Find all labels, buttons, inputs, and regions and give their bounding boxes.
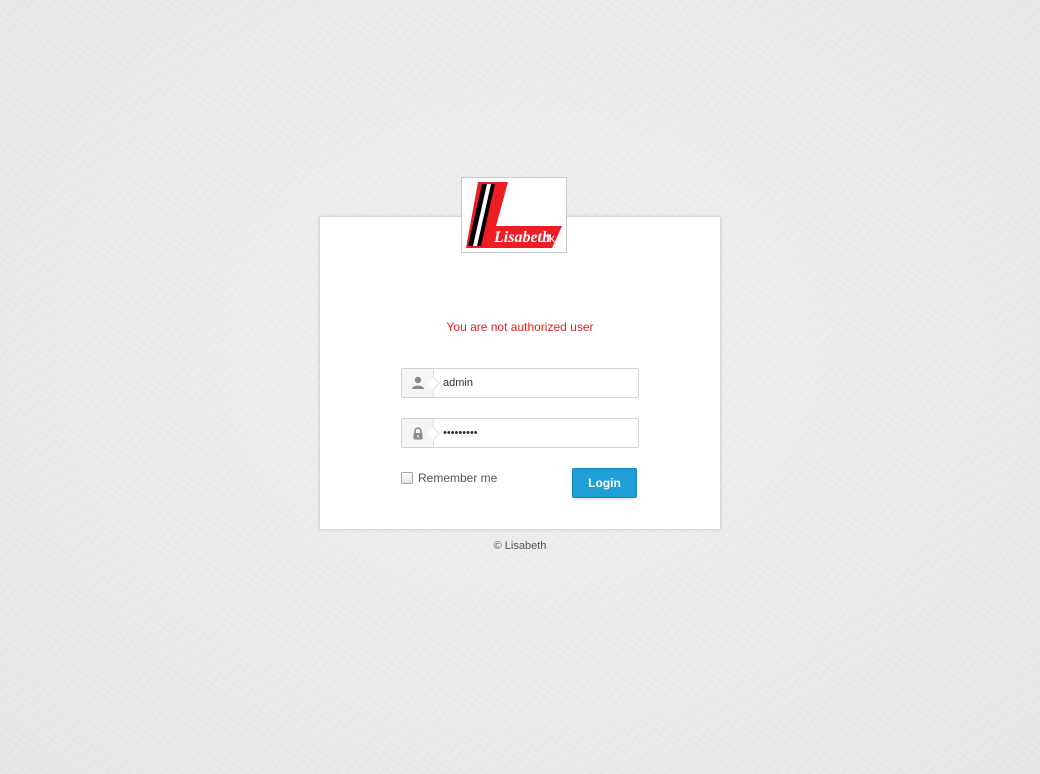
username-input[interactable] [443, 369, 633, 397]
error-message: You are not authorized user [446, 320, 594, 334]
logo-suffix: .dk [540, 233, 555, 245]
lock-icon [402, 419, 434, 447]
login-button[interactable]: Login [572, 468, 637, 498]
brand-logo: Lisabeth .dk [461, 177, 567, 253]
remember-checkbox[interactable] [401, 472, 413, 484]
footer-copyright: © Lisabeth [493, 540, 547, 552]
password-input[interactable] [443, 419, 633, 447]
remember-label: Remember me [418, 471, 498, 485]
username-field[interactable] [401, 368, 639, 398]
user-icon [402, 369, 434, 397]
password-field[interactable] [401, 418, 639, 448]
lisabeth-logo-image: Lisabeth .dk [466, 182, 562, 248]
remember-me[interactable]: Remember me [401, 471, 497, 485]
